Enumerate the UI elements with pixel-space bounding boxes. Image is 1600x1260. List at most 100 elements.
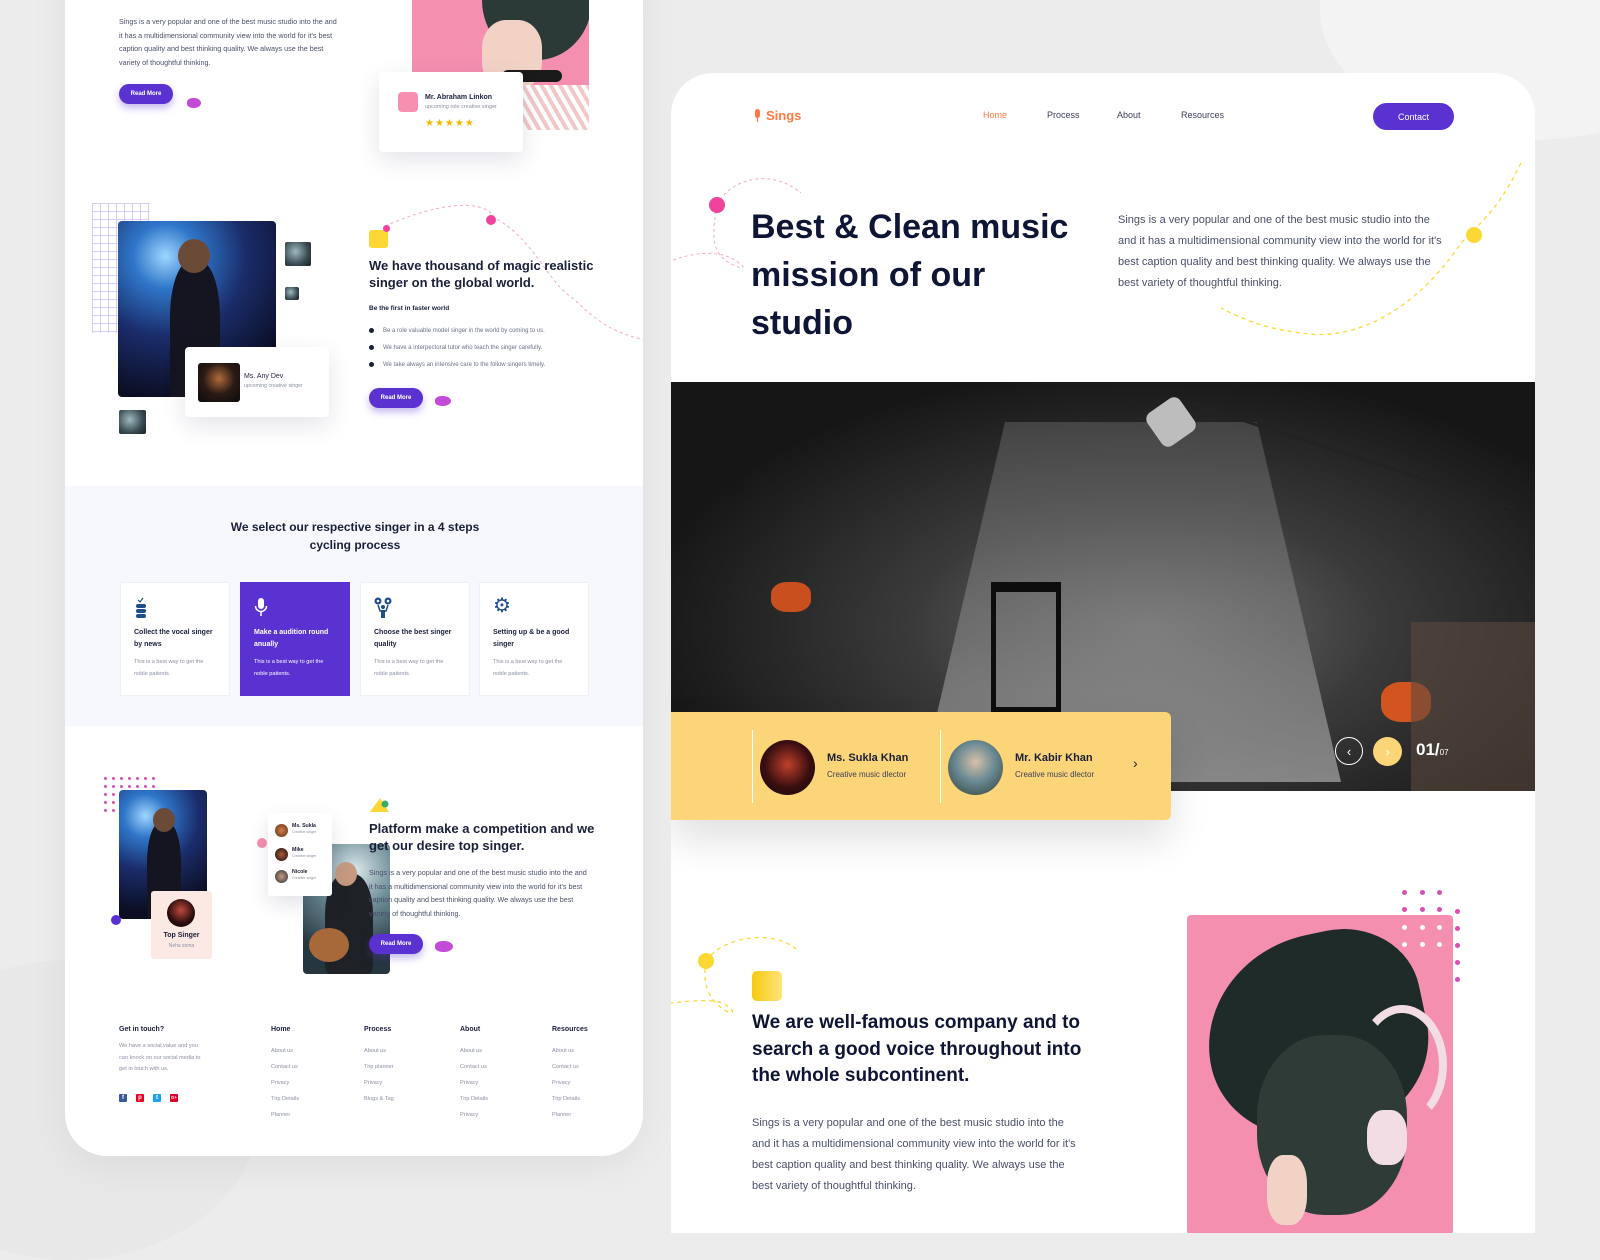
footer-link[interactable]: About us: [460, 1043, 482, 1059]
bullet-item: Be a role valuable model singer in the w…: [369, 322, 545, 339]
bullet-item: We have a interpectoral tutor who teach …: [369, 339, 545, 356]
purple-dot-icon: [111, 915, 121, 925]
footer-link[interactable]: Privacy: [552, 1075, 570, 1091]
footer-link[interactable]: Trip Details: [460, 1091, 488, 1107]
footer-link[interactable]: Trip Details: [271, 1091, 299, 1107]
avatar: [198, 363, 240, 402]
people-choice-icon: [374, 597, 392, 618]
read-more-button[interactable]: Read More: [369, 934, 423, 954]
footer-contact-title: Get in touch?: [119, 1026, 165, 1033]
step-title: Make a audition round anually: [254, 629, 329, 648]
profile-card: Ms. Any Dev upcoming creative singer: [185, 347, 329, 417]
process-step-card[interactable]: ⚙ Setting up & be a good singer This is …: [479, 582, 589, 696]
read-more-button[interactable]: Read More: [119, 84, 173, 104]
footer-link[interactable]: About us: [364, 1043, 386, 1059]
footer-link[interactable]: Privacy: [364, 1075, 382, 1091]
bullet-item: We take always an intensive care to the …: [369, 356, 545, 373]
pointer-hand-icon: [435, 941, 453, 952]
process-step-card[interactable]: Choose the best singer quality This is a…: [360, 582, 470, 696]
singer-name: Ms. Sukla: [292, 823, 316, 829]
thumbnail-photo: [119, 410, 146, 434]
avatar: [948, 740, 1003, 795]
singer-role: Creative singer: [292, 854, 317, 858]
avatar: [275, 870, 288, 883]
profile-name: Ms. Any Dev: [244, 373, 284, 380]
singer-role: Creative singer: [292, 830, 317, 834]
competition-text: Sings is a very popular and one of the b…: [369, 868, 587, 919]
bullet-list: Be a role valuable model singer in the w…: [369, 322, 545, 373]
step-title: Choose the best singer quality: [374, 629, 452, 648]
director-carousel: Ms. Sukla Khan Creative music dlector Mr…: [671, 712, 1171, 820]
intro-text: Sings is a very popular and one of the b…: [119, 17, 337, 68]
pink-dot-icon: [257, 838, 267, 848]
footer-link[interactable]: Privacy: [271, 1075, 289, 1091]
avatar: [275, 824, 288, 837]
avatar: [275, 848, 288, 861]
chevron-right-icon[interactable]: ›: [1133, 755, 1138, 771]
facebook-icon[interactable]: f: [119, 1094, 127, 1102]
director-name: Mr. Kabir Khan: [1015, 752, 1093, 764]
singers-subheading: Be the first in faster world: [369, 305, 450, 312]
thumbnail-photo: [285, 287, 299, 300]
yellow-square-icon: [752, 971, 782, 1001]
singer-name: Nicole: [292, 869, 308, 875]
footer-link[interactable]: Trip planner: [364, 1059, 394, 1075]
nav-home[interactable]: Home: [983, 110, 1007, 120]
footer-link[interactable]: Privacy: [460, 1075, 478, 1091]
director-role: Creative music dlector: [1015, 770, 1095, 779]
headphones-girl-photo: [1187, 915, 1453, 1233]
twitter-icon[interactable]: t: [153, 1094, 161, 1102]
avatar: [167, 899, 195, 927]
footer-link[interactable]: Contact us: [552, 1059, 579, 1075]
footer-link[interactable]: Privacy: [460, 1107, 478, 1123]
chair-shape: [991, 582, 1061, 712]
testimonial-name: Mr. Abraham Linkon: [425, 94, 493, 101]
footer-link[interactable]: Blogs & Tag: [364, 1091, 394, 1107]
slider-prev-button[interactable]: ‹: [1335, 737, 1363, 765]
footer-column-title: Resources: [552, 1026, 588, 1033]
step-desc: This is a best way to get the noble pati…: [374, 659, 444, 677]
avatar: [398, 92, 418, 112]
nav-about[interactable]: About: [1117, 110, 1141, 120]
profile-role: upcoming creative singer: [244, 383, 303, 389]
step-title: Collect the vocal singer by news: [134, 629, 213, 648]
pointer-hand-icon: [435, 396, 451, 406]
gear-icon: ⚙: [493, 595, 511, 617]
footer-link[interactable]: About us: [552, 1043, 574, 1059]
pinterest-icon[interactable]: p: [136, 1094, 144, 1102]
nav-process[interactable]: Process: [1047, 110, 1080, 120]
step-desc: This is a best way to get the noble pati…: [134, 659, 204, 677]
triangle-shape-icon: [370, 798, 389, 812]
pink-dot-icon: [383, 225, 390, 232]
singers-heading: We have thousand of magic realistic sing…: [369, 258, 594, 290]
footer-link[interactable]: Contact us: [271, 1059, 298, 1075]
process-step-card[interactable]: Collect the vocal singer by news This is…: [120, 582, 230, 696]
slide-counter: 01/07: [1416, 740, 1449, 759]
microphone-icon: [755, 109, 760, 122]
hero-title: Best & Clean music mission of our studio: [751, 208, 1069, 342]
step-desc: This is a best way to get the noble pati…: [254, 659, 324, 677]
footer-link[interactable]: Planner: [271, 1107, 290, 1123]
avatar: [760, 740, 815, 795]
singer-name: Mike: [292, 847, 304, 853]
footer-link[interactable]: About us: [271, 1043, 293, 1059]
testimonial-card: Mr. Abraham Linkon upcoming role creativ…: [379, 72, 523, 152]
process-step-card-active[interactable]: Make a audition round anually This is a …: [240, 582, 350, 696]
director-name: Ms. Sukla Khan: [827, 752, 909, 764]
footer-link[interactable]: Planner: [552, 1107, 571, 1123]
testimonial-role: upcoming role creative singer: [425, 104, 497, 110]
rating-stars: ★★★★★: [425, 118, 475, 129]
slider-next-button[interactable]: ›: [1373, 737, 1402, 766]
step-desc: This is a best way to get the noble pati…: [493, 659, 563, 677]
footer-link[interactable]: Trip Details: [552, 1091, 580, 1107]
contact-button[interactable]: Contact: [1373, 103, 1454, 130]
brand-logo[interactable]: Sings: [754, 108, 801, 123]
microphone-icon: [254, 597, 272, 617]
footer-link[interactable]: Contact us: [460, 1059, 487, 1075]
google-plus-icon[interactable]: G+: [170, 1094, 178, 1102]
singer-list-card: Ms. Sukla Creative singer Mike Creative …: [268, 813, 332, 896]
read-more-button[interactable]: Read More: [369, 388, 423, 408]
top-singer-name: Neha soma: [168, 943, 195, 949]
nav-resources[interactable]: Resources: [1181, 110, 1224, 120]
about-heading: We are well-famous company and to search…: [752, 1012, 1082, 1086]
